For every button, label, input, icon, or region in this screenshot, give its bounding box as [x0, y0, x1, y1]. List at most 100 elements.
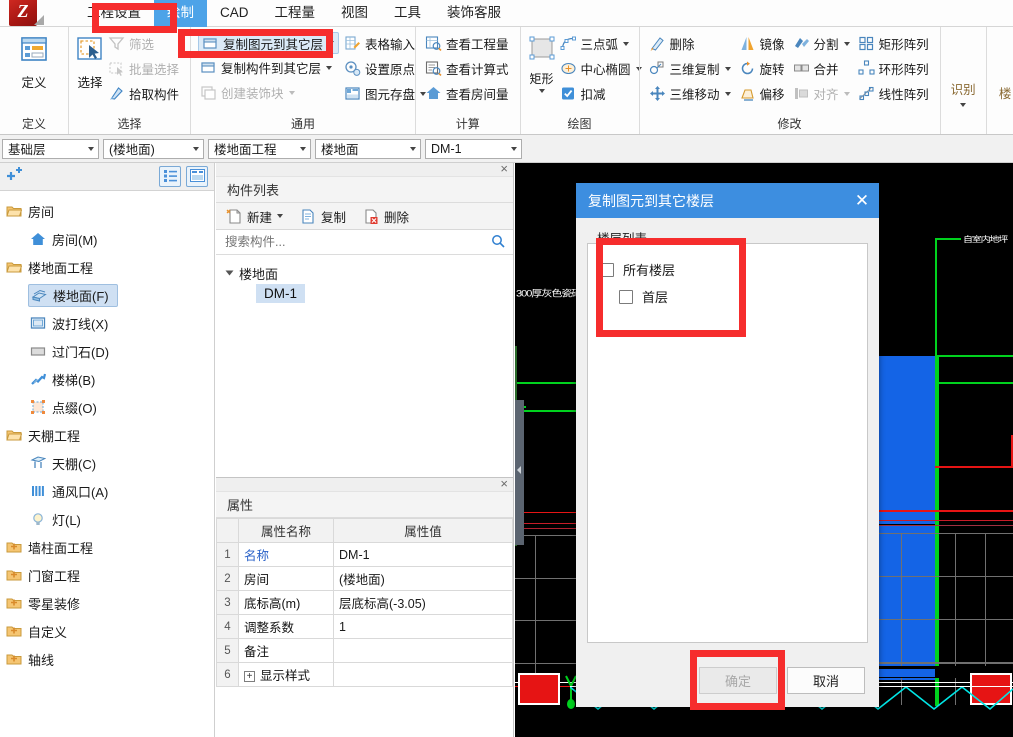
center-ellipse-button[interactable]: 中心椭圆: [557, 56, 647, 81]
component-group-row[interactable]: 楼地面: [216, 262, 513, 284]
add-plus-icon[interactable]: [6, 167, 24, 186]
tab-quantity[interactable]: 工程量: [262, 0, 329, 27]
table-row[interactable]: 3 底标高(m) 层底标高(-3.05): [216, 590, 513, 615]
discipline-select[interactable]: 楼地面工程: [208, 138, 311, 159]
expand-plus-icon[interactable]: +: [244, 671, 255, 683]
offset-button[interactable]: 偏移: [736, 81, 790, 106]
chevron-down-icon[interactable]: [623, 41, 630, 46]
tree-node-room-group[interactable]: 房间: [0, 197, 214, 225]
component-item-row[interactable]: DM-1: [216, 284, 513, 303]
chevron-down-icon[interactable]: [724, 91, 731, 96]
view-room-quantity-button[interactable]: 查看房间量: [422, 81, 514, 106]
tree-node-room[interactable]: 房间(M): [0, 225, 214, 253]
detail-view-button[interactable]: [186, 166, 208, 187]
view-formula-button[interactable]: 查看计算式: [422, 56, 514, 81]
linear-array-button[interactable]: 线性阵列: [855, 81, 934, 106]
deduct-checkbox[interactable]: 扣减: [557, 81, 647, 106]
app-logo-icon[interactable]: Z: [9, 0, 44, 26]
ok-button[interactable]: 确定: [699, 666, 777, 694]
copy-3d-button[interactable]: 三维复制: [646, 56, 736, 81]
list-view-button[interactable]: [159, 166, 181, 187]
chevron-down-icon[interactable]: [405, 140, 420, 158]
move-3d-button[interactable]: 三维移动: [646, 81, 736, 106]
delete-button[interactable]: 删除: [646, 31, 736, 56]
floor-select[interactable]: 基础层: [2, 138, 99, 159]
panel-splitter-handle[interactable]: [515, 400, 524, 545]
tree-node-decoration[interactable]: 点缀(O): [0, 393, 214, 421]
row-value[interactable]: (楼地面): [333, 566, 513, 591]
chevron-down-icon[interactable]: [295, 140, 310, 158]
tree-node-floor-surface[interactable]: 楼地面(F): [0, 281, 214, 309]
tab-decoration-service[interactable]: 装饰客服: [434, 0, 514, 27]
tree-node-ceiling[interactable]: 天棚(C): [0, 449, 214, 477]
chevron-down-icon[interactable]: [188, 140, 203, 158]
copy-element-to-other-floor-button[interactable]: 复制图元到其它层: [198, 32, 340, 54]
three-point-arc-button[interactable]: 三点弧: [557, 31, 647, 56]
row-value[interactable]: [333, 638, 513, 663]
table-row[interactable]: 1 名称 DM-1: [216, 542, 513, 567]
table-row[interactable]: 2 房间 (楼地面): [216, 566, 513, 591]
split-button[interactable]: 分割: [790, 31, 855, 56]
chevron-down-icon[interactable]: [724, 66, 731, 71]
copy-component-button[interactable]: 复制: [297, 205, 351, 227]
tab-cad[interactable]: CAD: [207, 0, 262, 27]
checkbox-row-all-floors[interactable]: 所有楼层: [600, 256, 867, 283]
checkbox-all-floors[interactable]: [600, 262, 614, 277]
chevron-down-icon[interactable]: [960, 102, 967, 107]
chevron-down-icon[interactable]: [538, 89, 545, 93]
room-select[interactable]: (楼地面): [103, 138, 204, 159]
chevron-down-icon[interactable]: [506, 140, 521, 158]
row-value[interactable]: 1: [333, 614, 513, 639]
component-select[interactable]: DM-1: [425, 138, 522, 159]
define-button[interactable]: 定义: [6, 31, 62, 91]
checkbox-row-first-floor[interactable]: 首层: [600, 283, 867, 310]
tab-engineering-settings[interactable]: 工程设置: [74, 0, 154, 27]
delete-component-button[interactable]: 删除: [360, 205, 414, 227]
component-type-select[interactable]: 楼地面: [315, 138, 421, 159]
tree-node-door-window-group[interactable]: 门窗工程: [0, 561, 214, 589]
close-icon[interactable]: ✕: [845, 183, 879, 218]
chevron-down-icon[interactable]: [843, 41, 850, 46]
table-row[interactable]: 5 备注: [216, 638, 513, 663]
chevron-down-icon[interactable]: [843, 91, 850, 96]
rectangle-button[interactable]: 矩形: [527, 31, 557, 93]
search-input[interactable]: [225, 235, 491, 249]
chevron-down-icon[interactable]: [277, 214, 284, 218]
polar-array-button[interactable]: 环形阵列: [855, 56, 934, 81]
table-row[interactable]: 6 + 显示样式: [216, 662, 513, 687]
tree-node-floor-surface-group[interactable]: 楼地面工程: [0, 253, 214, 281]
chevron-down-icon[interactable]: [288, 90, 295, 95]
tree-node-lamp[interactable]: 灯(L): [0, 505, 214, 533]
row-value[interactable]: DM-1: [333, 542, 513, 567]
tab-draw[interactable]: 绘制: [154, 0, 207, 27]
rotate-button[interactable]: 旋转: [736, 56, 790, 81]
tree-node-misc-decoration-group[interactable]: 零星装修: [0, 589, 214, 617]
tab-tools[interactable]: 工具: [381, 0, 434, 27]
table-row[interactable]: 4 调整系数 1: [216, 614, 513, 639]
view-quantity-button[interactable]: 查看工程量: [422, 31, 514, 56]
close-icon[interactable]: ×: [500, 162, 508, 176]
mirror-button[interactable]: 镜像: [736, 31, 790, 56]
merge-button[interactable]: 合并: [790, 56, 855, 81]
chevron-down-icon[interactable]: [328, 41, 335, 45]
cancel-button[interactable]: 取消: [787, 666, 865, 694]
tree-node-custom-group[interactable]: 自定义: [0, 617, 214, 645]
search-icon[interactable]: [491, 234, 505, 251]
recognize-button[interactable]: 识别: [947, 74, 980, 107]
tree-node-axis-group[interactable]: 轴线: [0, 645, 214, 673]
tab-view[interactable]: 视图: [328, 0, 381, 27]
pick-component-button[interactable]: 拾取构件: [105, 81, 184, 106]
tree-node-wall-column-group[interactable]: 墙柱面工程: [0, 533, 214, 561]
row-value[interactable]: [333, 662, 513, 687]
chevron-down-icon[interactable]: [326, 65, 333, 70]
checkbox-first-floor[interactable]: [619, 289, 633, 304]
tree-node-vent[interactable]: 通风口(A): [0, 477, 214, 505]
new-component-button[interactable]: 新建: [223, 205, 288, 227]
filter-button[interactable]: 筛选: [105, 31, 184, 56]
floor-button[interactable]: 楼: [993, 78, 1013, 102]
align-button[interactable]: 对齐: [790, 81, 855, 106]
tree-node-ceiling-group[interactable]: 天棚工程: [0, 421, 214, 449]
tree-node-stair[interactable]: 楼梯(B): [0, 365, 214, 393]
select-button[interactable]: 选择: [75, 31, 105, 91]
create-decoration-block-button[interactable]: 创建装饰块: [197, 80, 341, 105]
